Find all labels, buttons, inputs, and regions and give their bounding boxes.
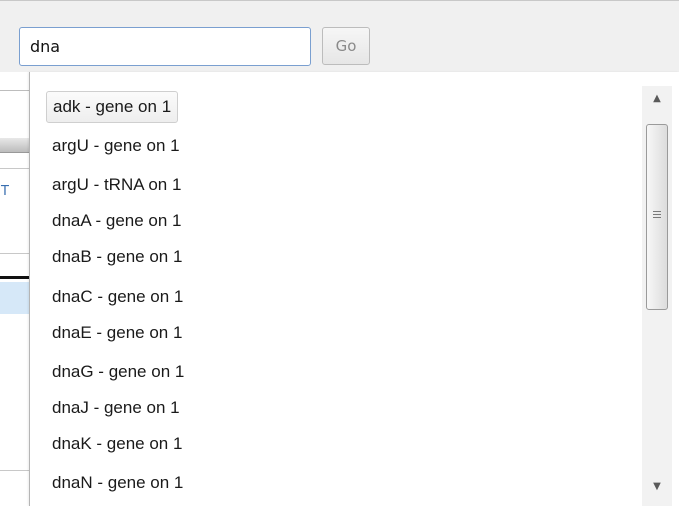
search-input[interactable] <box>19 27 311 66</box>
scroll-up-arrow-icon[interactable]: ▲ <box>642 88 672 110</box>
suggestions-dropdown: adk - gene on 1 argU - gene on 1 argU - … <box>29 72 679 506</box>
scroll-thumb[interactable] <box>646 124 668 310</box>
grip-icon <box>653 211 661 221</box>
suggestion-item[interactable]: dnaC - gene on 1 <box>46 281 189 313</box>
background-text-fragment: T <box>1 184 9 199</box>
background-divider <box>0 470 30 471</box>
suggestions-list: adk - gene on 1 argU - gene on 1 argU - … <box>30 72 642 506</box>
suggestion-item[interactable]: dnaK - gene on 1 <box>46 428 188 460</box>
search-toolbar: Go <box>0 0 679 72</box>
suggestion-item[interactable]: dnaN - gene on 1 <box>46 467 189 499</box>
suggestion-item[interactable]: dnaB - gene on 1 <box>46 241 188 273</box>
suggestion-item[interactable]: dnaA - gene on 1 <box>46 205 188 237</box>
suggestion-item[interactable]: dnaJ - gene on 1 <box>46 392 186 424</box>
background-selection-fragment <box>0 282 30 314</box>
background-track-fragment <box>0 258 30 280</box>
background-divider <box>0 253 30 254</box>
suggestion-item[interactable]: argU - gene on 1 <box>46 130 186 162</box>
suggestion-item[interactable]: dnaG - gene on 1 <box>46 356 190 388</box>
suggestion-item[interactable]: adk - gene on 1 <box>46 91 179 123</box>
suggestion-item[interactable]: dnaE - gene on 1 <box>46 317 188 349</box>
scroll-down-arrow-icon[interactable]: ▼ <box>642 476 672 498</box>
go-button[interactable]: Go <box>322 27 370 65</box>
vertical-scrollbar[interactable]: ▲ ▼ <box>642 86 672 506</box>
background-divider <box>0 168 30 169</box>
background-divider <box>0 90 30 91</box>
background-header-band <box>0 138 30 153</box>
suggestion-item[interactable]: argU - tRNA on 1 <box>46 169 187 201</box>
